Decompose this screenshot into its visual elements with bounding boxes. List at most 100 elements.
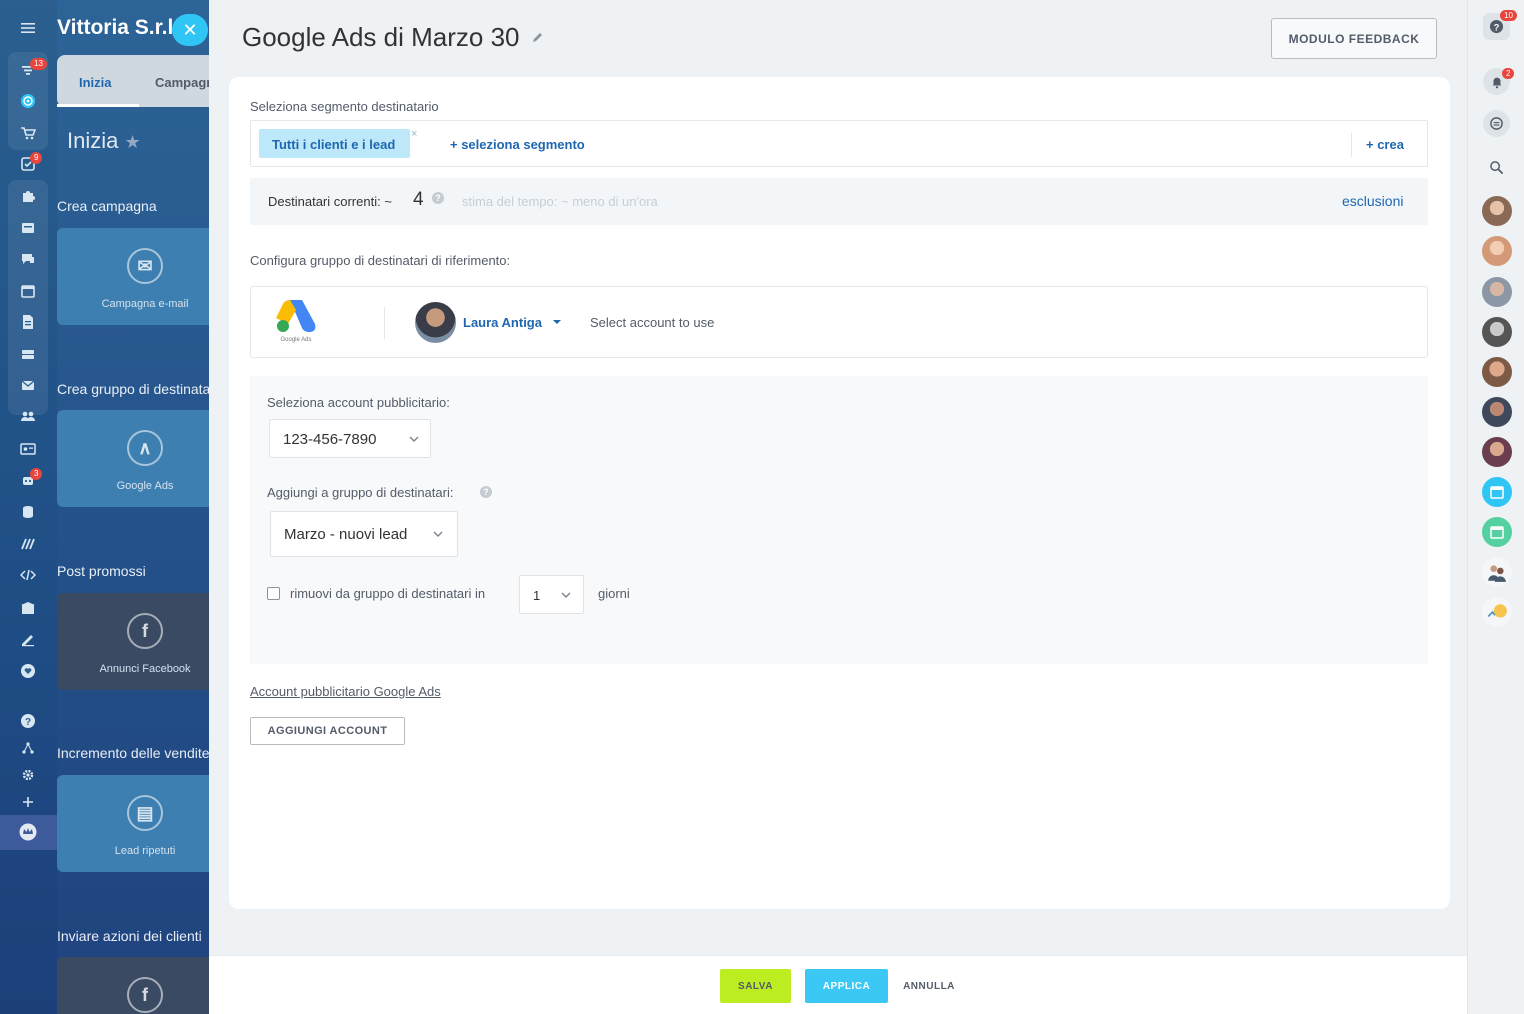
chevron-down-icon: [433, 531, 443, 537]
star-icon[interactable]: ★: [124, 132, 140, 152]
days-select[interactable]: 1: [519, 575, 584, 614]
card-google-ads[interactable]: ∧ Google Ads: [57, 410, 209, 507]
plus-icon[interactable]: [14, 790, 42, 814]
beach-icon: [1487, 604, 1507, 618]
google-ads-icon: ∧: [127, 430, 163, 466]
edit-pencil-icon[interactable]: [531, 30, 545, 44]
avatar[interactable]: [415, 302, 456, 343]
calendar-icon[interactable]: [14, 279, 42, 303]
calendar-group-chat[interactable]: [1482, 477, 1512, 507]
account-user-name[interactable]: Laura Antiga: [463, 315, 542, 330]
help-icon[interactable]: ?: [480, 486, 492, 498]
puzzle-icon[interactable]: [14, 184, 42, 208]
days-unit: giorni: [598, 586, 630, 601]
avatar[interactable]: [1482, 277, 1512, 307]
footer-bar: SALVA APPLICA ANNULLA: [209, 955, 1467, 1014]
select-segment-link[interactable]: + seleziona segmento: [450, 137, 585, 152]
contacts-icon[interactable]: [14, 404, 42, 428]
cancel-button[interactable]: ANNULLA: [899, 969, 959, 1003]
code-icon[interactable]: [14, 563, 42, 587]
notifications-badge: 2: [1502, 68, 1515, 79]
apply-button[interactable]: APPLICA: [805, 969, 888, 1003]
ads-account-link[interactable]: Account pubblicitario Google Ads: [250, 684, 441, 699]
card-facebook-ads[interactable]: f Annunci Facebook: [57, 593, 209, 690]
crown-icon[interactable]: [14, 820, 42, 844]
avatar[interactable]: [1482, 317, 1512, 347]
group-avatar[interactable]: [1482, 557, 1512, 587]
help-icon[interactable]: ?: [432, 192, 444, 204]
days-value: 1: [533, 588, 541, 603]
card-label: Annunci Facebook: [99, 663, 191, 675]
avatar[interactable]: [1482, 196, 1512, 226]
document-icon[interactable]: [14, 310, 42, 334]
calendar-group-chat[interactable]: [1482, 517, 1512, 547]
feedback-button[interactable]: MODULO FEEDBACK: [1271, 18, 1437, 59]
remove-label: rimuovi da gruppo di destinatari in: [290, 586, 486, 601]
chat-icon[interactable]: [14, 247, 42, 271]
card-label: Campagna e-mail: [101, 298, 189, 310]
building-icon[interactable]: [14, 596, 42, 620]
tab-campagne[interactable]: Campagne: [155, 75, 209, 90]
caret-down-icon[interactable]: [553, 320, 561, 324]
marketing-icon[interactable]: [14, 532, 42, 556]
audience-select[interactable]: Marzo - nuovi lead: [270, 511, 458, 557]
help-badge: 10: [1500, 10, 1517, 21]
avatar[interactable]: [1482, 357, 1512, 387]
close-slider-button[interactable]: ✕: [172, 14, 208, 46]
avatar[interactable]: [1482, 437, 1512, 467]
chip-remove-icon[interactable]: ×: [411, 128, 417, 140]
section-title: Incremento delle vendite: [57, 745, 209, 761]
section-title: Crea campagna: [57, 198, 157, 214]
sign-icon[interactable]: [14, 627, 42, 651]
heart-icon[interactable]: [14, 659, 42, 683]
background-marketing-panel: Vittoria S.r.l ✕ Inizia Campagne Inizia …: [57, 0, 209, 1014]
recipients-bar: Destinatari correnti: ~ 4 ? stima del te…: [250, 178, 1428, 225]
avatar[interactable]: [1482, 397, 1512, 427]
card-label: Google Ads: [116, 480, 174, 492]
ad-account-value: 123-456-7890: [283, 431, 377, 448]
bell-icon: [1492, 77, 1501, 88]
section-title: Inviare azioni dei clienti: [57, 928, 202, 944]
facebook-icon: f: [127, 977, 163, 1013]
card-icon[interactable]: [14, 216, 42, 240]
tab-inizia[interactable]: Inizia: [79, 75, 112, 90]
sitemap-icon[interactable]: [14, 736, 42, 760]
chevron-down-icon: [561, 592, 571, 598]
settings-icon[interactable]: [14, 763, 42, 787]
remove-checkbox[interactable]: [267, 587, 280, 600]
mail-icon[interactable]: [14, 373, 42, 397]
target-icon[interactable]: [14, 89, 42, 113]
menu-icon[interactable]: [14, 16, 42, 40]
database-icon[interactable]: [14, 500, 42, 524]
card-email-campaign[interactable]: ✉ Campagna e-mail: [57, 228, 209, 325]
create-segment-link[interactable]: + crea: [1366, 137, 1404, 152]
exclusions-link[interactable]: esclusioni: [1342, 193, 1403, 209]
save-button[interactable]: SALVA: [720, 969, 791, 1003]
cart-icon[interactable]: [14, 121, 42, 145]
divider: [384, 307, 385, 339]
help-icon[interactable]: ?: [14, 709, 42, 733]
add-account-button[interactable]: AGGIUNGI ACCOUNT: [250, 717, 405, 745]
segment-chip[interactable]: Tutti i clienti e i lead: [259, 129, 410, 158]
section-title: Crea gruppo di destinatari: [57, 381, 209, 397]
audience-value: Marzo - nuovi lead: [284, 526, 408, 543]
config-section: Seleziona account pubblicitario: 123-456…: [250, 376, 1428, 664]
id-card-icon[interactable]: [14, 437, 42, 461]
tab-underline: [57, 104, 139, 107]
ad-account-select[interactable]: 123-456-7890: [269, 419, 431, 458]
group-avatar[interactable]: [1482, 597, 1512, 627]
ad-account-label: Seleziona account pubblicitario:: [267, 395, 450, 410]
messages-button[interactable]: [1483, 110, 1510, 137]
card-repeat-leads[interactable]: ▤ Lead ripetuti: [57, 775, 209, 872]
google-ads-caption: Google Ads: [280, 337, 312, 343]
help-icon: ?: [1489, 19, 1504, 34]
drive-icon[interactable]: [14, 342, 42, 366]
avatar[interactable]: [1482, 236, 1512, 266]
background-heading: Inizia ★: [67, 128, 141, 153]
card-label: Lead ripetuti: [114, 845, 176, 857]
calendar-icon: [1490, 486, 1504, 499]
segment-chip-label: Tutti i clienti e i lead: [272, 137, 396, 152]
search-icon[interactable]: [1489, 160, 1504, 175]
card-customer-actions[interactable]: f: [57, 957, 209, 1014]
select-account-hint: Select account to use: [590, 315, 715, 330]
